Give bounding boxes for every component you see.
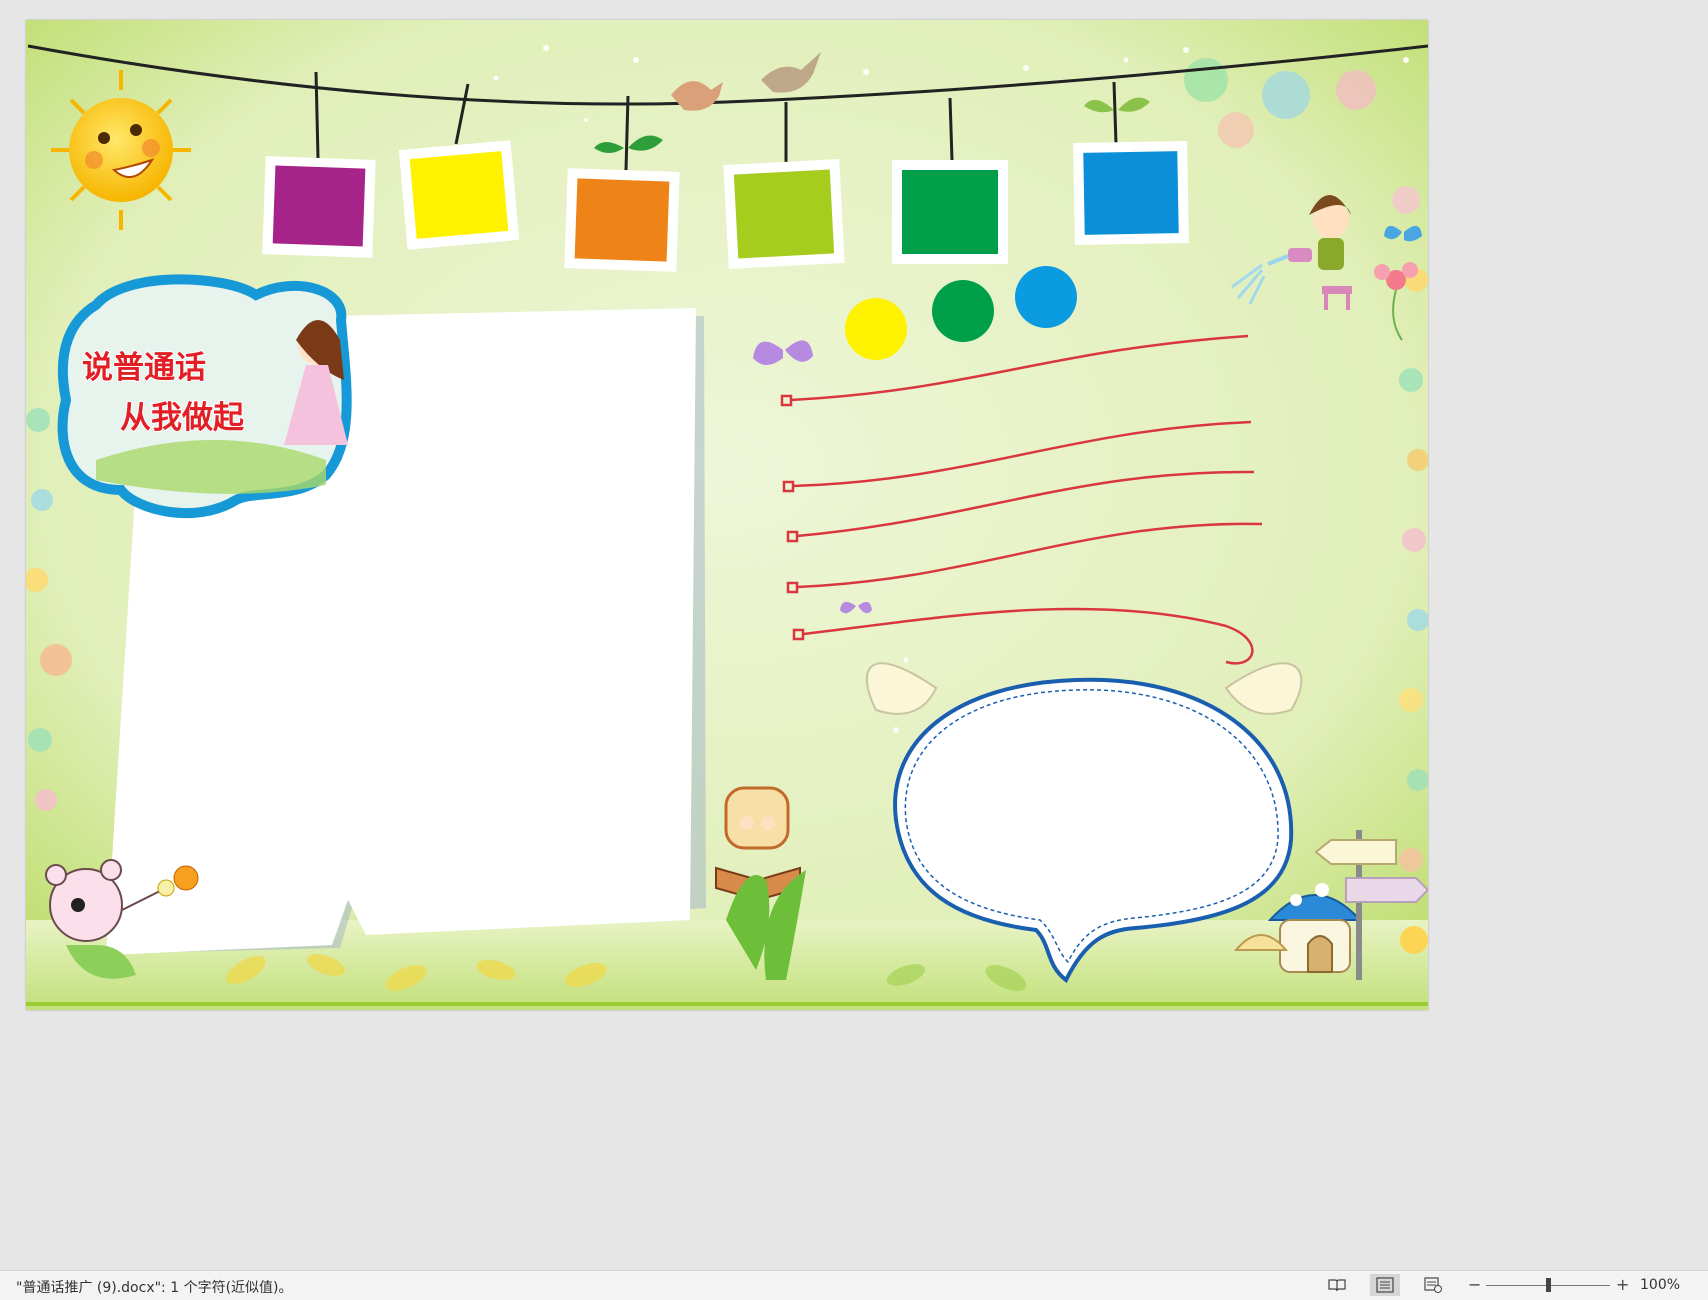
zoom-level[interactable]: 100%	[1640, 1277, 1680, 1293]
document-area[interactable]: 说普通话 从我做起	[0, 0, 1708, 1270]
print-layout-icon	[1376, 1277, 1394, 1293]
status-bar: "普通话推广 (9).docx": 1 个字符(近似值)。 − + 100%	[0, 1270, 1708, 1300]
zoom-slider[interactable]	[1486, 1278, 1610, 1292]
title-cloud	[57, 274, 352, 518]
read-mode-icon	[1328, 1279, 1346, 1292]
read-mode-button[interactable]	[1322, 1274, 1352, 1296]
web-layout-icon	[1424, 1277, 1442, 1293]
title-line1: 说普通话	[82, 350, 206, 386]
dot-blue	[1015, 266, 1077, 328]
dot-green	[932, 280, 994, 342]
zoom-out-button[interactable]: −	[1468, 1275, 1481, 1294]
document-page[interactable]: 说普通话 从我做起	[26, 20, 1428, 1010]
zoom-in-button[interactable]: +	[1616, 1275, 1629, 1294]
dot-yellow	[845, 298, 907, 360]
print-layout-button[interactable]	[1370, 1274, 1400, 1296]
title-line2: 从我做起	[120, 400, 245, 436]
word-count-status[interactable]: "普通话推广 (9).docx": 1 个字符(近似值)。	[16, 1277, 293, 1297]
web-layout-button[interactable]	[1418, 1274, 1448, 1296]
zoom-slider-thumb[interactable]	[1545, 1278, 1551, 1292]
